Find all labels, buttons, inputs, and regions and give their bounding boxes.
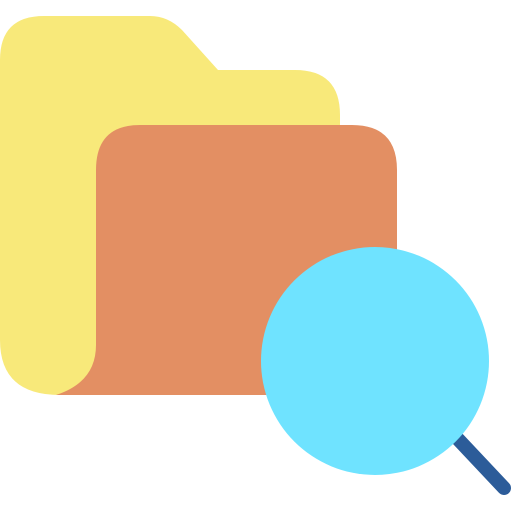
magnifier-lens [261,247,489,475]
folder-search-illustration [0,16,511,495]
folder-search-icon [0,0,512,512]
